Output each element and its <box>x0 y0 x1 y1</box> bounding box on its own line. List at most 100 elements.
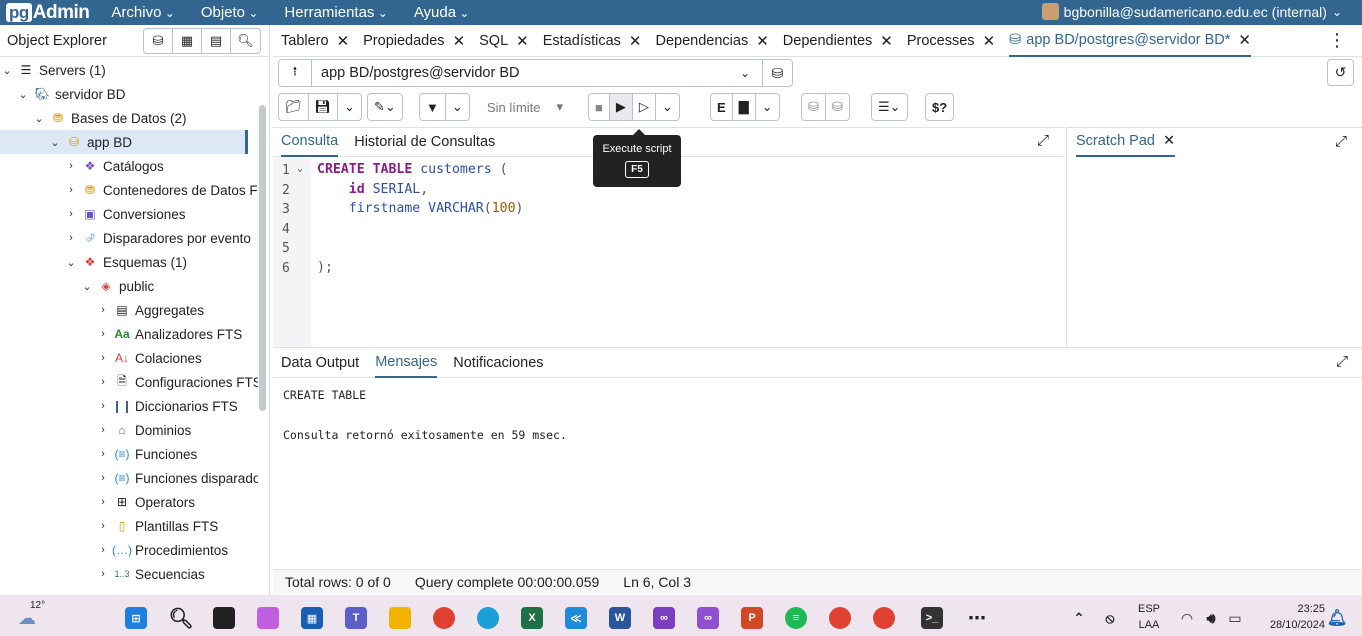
tab-estadisticas[interactable]: Estadísticas ✕ <box>543 25 642 57</box>
tab-query-tool[interactable]: ⛁ app BD/postgres@servidor BD* ✕ <box>1009 25 1251 57</box>
scratch-pad-tab[interactable]: Scratch Pad ✕ <box>1076 133 1176 157</box>
filter-icon[interactable]: ▼ <box>420 94 446 120</box>
chevron-right-icon[interactable]: › <box>96 544 110 556</box>
tab-dependencias[interactable]: Dependencias ✕ <box>655 25 768 57</box>
execute-icon[interactable]: ▶ <box>609 94 633 120</box>
chevron-right-icon[interactable]: › <box>96 376 110 388</box>
windows-start-icon[interactable]: ⊞ <box>125 607 147 629</box>
close-icon[interactable]: ✕ <box>516 32 529 50</box>
tab-propiedades[interactable]: Propiedades ✕ <box>363 25 465 57</box>
store-icon[interactable]: ▦ <box>301 607 323 629</box>
tree-node-funciones-disparador[interactable]: › (≡) Funciones disparado <box>96 466 258 490</box>
chrome-icon[interactable] <box>433 607 455 629</box>
user-menu[interactable]: bgbonilla@sudamericano.edu.ec (internal)… <box>1041 3 1342 20</box>
table-view-icon[interactable]: ▦ <box>173 29 202 53</box>
tree-node-bases-de-datos[interactable]: ⌄ ⛃ Bases de Datos (2) <box>32 106 186 130</box>
tree-node-public[interactable]: ⌄ ◈ public <box>80 274 154 298</box>
expand-icon[interactable]: ⤢ <box>1037 132 1049 149</box>
chevron-right-icon[interactable]: › <box>64 232 78 244</box>
tree-node-analizadores[interactable]: › Aa Analizadores FTS <box>96 322 242 346</box>
weather-widget[interactable]: ☁ 12° <box>18 600 50 628</box>
close-icon[interactable]: ✕ <box>629 32 642 50</box>
tab-mensajes[interactable]: Mensajes <box>375 348 438 378</box>
tree-node-conversiones[interactable]: › ▣ Conversiones <box>64 202 185 226</box>
close-icon[interactable]: ✕ <box>337 32 350 50</box>
tree-node-app-bd[interactable]: ⌄ ⛁ app BD <box>0 130 248 154</box>
wifi-icon[interactable]: ◠ <box>1176 607 1198 629</box>
spotify-icon[interactable]: ≡ <box>785 607 807 629</box>
word-icon[interactable]: W <box>609 607 631 629</box>
pencil-icon[interactable]: ✎⌄ <box>368 94 402 120</box>
limit-select[interactable]: Sin límite ▾ <box>477 93 569 121</box>
chrome-profile-2-icon[interactable] <box>873 607 895 629</box>
terminal-icon[interactable]: >_ <box>921 607 943 629</box>
menu-objeto[interactable]: Objeto <box>201 4 259 21</box>
macros-icon[interactable]: ☰⌄ <box>872 94 907 120</box>
close-icon[interactable]: ✕ <box>983 32 996 50</box>
chevron-right-icon[interactable]: › <box>64 160 78 172</box>
query-tool-icon[interactable]: ⛁ <box>144 29 173 53</box>
chevron-right-icon[interactable]: › <box>96 424 110 436</box>
filter-rows-icon[interactable]: ▤ <box>202 29 231 53</box>
tab-dependientes[interactable]: Dependientes ✕ <box>783 25 893 57</box>
tree-node-operators[interactable]: › ⊞ Operators <box>96 490 195 514</box>
help-icon[interactable]: $︎? <box>926 94 953 120</box>
stop-icon[interactable]: ■ <box>589 94 610 120</box>
open-file-icon[interactable]: 📁︎ <box>279 94 309 120</box>
explain-analyze-icon[interactable]: ▇ <box>733 94 756 120</box>
tab-notificaciones[interactable]: Notificaciones <box>453 348 543 378</box>
tab-consulta[interactable]: Consulta <box>281 128 339 157</box>
chevron-down-icon[interactable]: ⌄ <box>656 94 679 120</box>
chevron-down-icon[interactable]: ⌄ <box>64 256 78 269</box>
close-icon[interactable]: ✕ <box>756 32 769 50</box>
tree-node-diccionarios[interactable]: › ❙❙ Diccionarios FTS <box>96 394 238 418</box>
tab-historial[interactable]: Historial de Consultas <box>354 128 495 157</box>
clock[interactable]: 23:25 28/10/2024 <box>1255 603 1325 631</box>
more-apps-icon[interactable]: ⋯ <box>966 607 988 629</box>
menu-ayuda[interactable]: Ayuda <box>414 4 470 21</box>
tree-node-esquemas[interactable]: ⌄ ❖ Esquemas (1) <box>64 250 187 274</box>
chevron-down-icon[interactable]: ⌄ <box>756 94 779 120</box>
connection-status-icon[interactable]: ⭫ <box>279 60 312 86</box>
connection-select[interactable]: ⭫ app BD/postgres@servidor BD ⌄ ⛁ <box>278 59 793 87</box>
chevron-up-icon[interactable]: ⌃ <box>1068 607 1090 629</box>
tree-node-colaciones[interactable]: › A↓ Colaciones <box>96 346 202 370</box>
tab-tablero[interactable]: Tablero ✕ <box>281 25 349 57</box>
chevron-right-icon[interactable]: › <box>96 568 110 580</box>
network-off-icon[interactable]: ⦸ <box>1099 607 1121 629</box>
tree-node-funciones[interactable]: › (≡) Funciones <box>96 442 197 466</box>
tree-node-disparadores[interactable]: › ⮰ Disparadores por evento <box>64 226 251 250</box>
chevron-down-icon[interactable]: ⌄ <box>48 136 62 149</box>
tree-node-catalogos[interactable]: › ❖ Catálogos <box>64 154 164 178</box>
chevron-right-icon[interactable]: › <box>96 400 110 412</box>
close-icon[interactable]: ✕ <box>1163 133 1175 149</box>
chevron-down-icon[interactable]: ⌄ <box>16 88 30 101</box>
powerpoint-icon[interactable]: P <box>741 607 763 629</box>
chevron-down-icon[interactable]: ⌄ <box>0 64 14 77</box>
chevron-right-icon[interactable]: › <box>96 304 110 316</box>
chevron-right-icon[interactable]: › <box>96 328 110 340</box>
close-icon[interactable]: ✕ <box>880 32 893 50</box>
chevron-down-icon[interactable]: ⌄ <box>446 94 469 120</box>
task-view-icon[interactable] <box>213 607 235 629</box>
fold-chevron-icon[interactable]: ⌄ <box>297 163 303 174</box>
expand-icon[interactable]: ⤢ <box>1335 133 1347 150</box>
chevron-right-icon[interactable]: › <box>64 208 78 220</box>
battery-icon[interactable]: ▭ <box>1224 607 1246 629</box>
tree-node-servers[interactable]: ⌄ ☰ Servers (1) <box>0 58 105 82</box>
explain-icon[interactable]: E <box>711 94 733 120</box>
expand-icon[interactable]: ⤢ <box>1336 353 1348 370</box>
volume-icon[interactable]: 🔊︎ <box>1200 607 1222 629</box>
tree-node-plantillas[interactable]: › ▯ Plantillas FTS <box>96 514 218 538</box>
menu-archivo[interactable]: Archivo <box>111 4 174 21</box>
tab-sql[interactable]: SQL ✕ <box>479 25 529 57</box>
language-indicator[interactable]: ESP LAA <box>1134 603 1164 631</box>
tree-node-procedimientos[interactable]: › (…) Procedimientos <box>96 538 228 562</box>
tree-node-aggregates[interactable]: › ▤ Aggregates <box>96 298 204 322</box>
more-options-icon[interactable]: ⋮ <box>1328 30 1346 51</box>
notification-bell-icon[interactable]: 🔔︎ <box>1326 607 1348 629</box>
search-icon[interactable]: 🔍︎ <box>168 607 193 630</box>
teams-icon[interactable]: T <box>345 607 367 629</box>
chevron-right-icon[interactable]: › <box>96 352 110 364</box>
chevron-down-icon[interactable]: ⌄ <box>32 112 46 125</box>
